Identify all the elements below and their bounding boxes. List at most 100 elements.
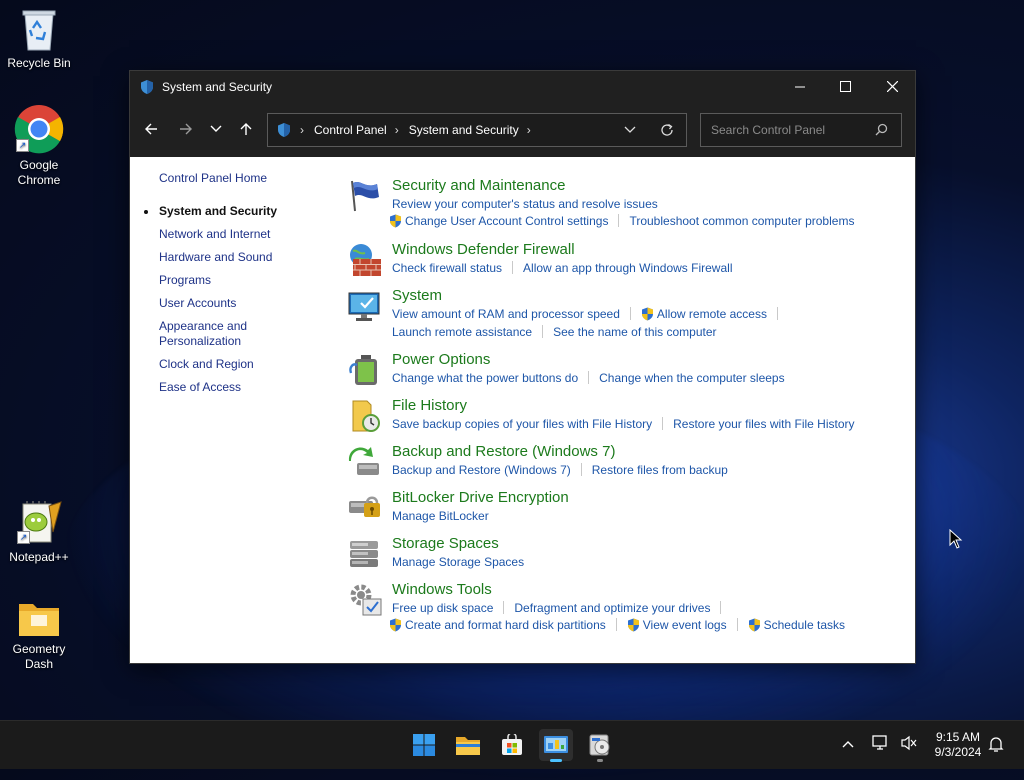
link-divider: [512, 261, 514, 275]
link-schedule-tasks[interactable]: Schedule tasks: [764, 618, 845, 632]
minimize-button[interactable]: [777, 71, 823, 102]
breadcrumb-system-and-security[interactable]: System and Security: [409, 123, 519, 137]
desktop-icon-label: Notepad++: [9, 550, 69, 564]
clock-date: 9/3/2024: [934, 745, 982, 759]
taskbar-control-panel[interactable]: [539, 729, 573, 762]
link-restore-from-backup[interactable]: Restore files from backup: [592, 463, 728, 477]
nav-clock-and-region[interactable]: Clock and Region: [159, 357, 319, 372]
category-title[interactable]: Security and Maintenance: [392, 177, 565, 194]
link-row: Manage BitLocker: [392, 508, 489, 523]
link-manage-bitlocker[interactable]: Manage BitLocker: [392, 509, 489, 523]
title-bar[interactable]: System and Security: [130, 71, 915, 102]
search-icon[interactable]: [875, 123, 888, 136]
search-input[interactable]: [709, 122, 873, 138]
nav-appearance-and-personalization[interactable]: Appearance and Personalization: [159, 319, 269, 349]
nav-user-accounts[interactable]: User Accounts: [159, 296, 319, 311]
battery-icon: [349, 355, 377, 385]
link-power-buttons[interactable]: Change what the power buttons do: [392, 371, 578, 385]
chevron-down-icon: [210, 125, 222, 132]
tools-icon: [350, 584, 382, 616]
network-tray-button[interactable]: [872, 735, 890, 754]
desktop-icon-notepadpp[interactable]: ↗ Notepad++: [1, 500, 77, 565]
back-button[interactable]: [139, 117, 163, 141]
link-change-uac[interactable]: Change User Account Control settings: [405, 214, 608, 228]
nav-control-panel-home[interactable]: Control Panel Home: [159, 171, 319, 186]
link-review-status[interactable]: Review your computer's status and resolv…: [392, 197, 658, 211]
nav-network-and-internet[interactable]: Network and Internet: [159, 227, 319, 242]
search-box[interactable]: [700, 113, 902, 147]
link-free-disk-space[interactable]: Free up disk space: [392, 601, 493, 615]
link-row: Change User Account Control settings Trou…: [389, 213, 854, 228]
maximize-icon: [839, 81, 851, 92]
address-dropdown-icon[interactable]: [624, 126, 636, 134]
desktop-icon-chrome[interactable]: ↗ Google Chrome: [1, 104, 77, 188]
notifications-button[interactable]: [988, 735, 1004, 756]
refresh-icon[interactable]: [660, 123, 674, 137]
category-title[interactable]: Power Options: [392, 351, 490, 368]
close-button[interactable]: [869, 71, 915, 102]
nav-hardware-and-sound[interactable]: Hardware and Sound: [159, 250, 319, 265]
link-row: Create and format hard disk partitions Vi…: [389, 617, 845, 632]
link-row: Launch remote assistance See the name of …: [392, 324, 717, 339]
link-manage-storage[interactable]: Manage Storage Spaces: [392, 555, 524, 569]
volume-muted-icon: [901, 735, 917, 751]
shortcut-arrow-icon: ↗: [17, 531, 30, 544]
nav-ease-of-access[interactable]: Ease of Access: [159, 380, 319, 395]
link-remote-assistance[interactable]: Launch remote assistance: [392, 325, 532, 339]
address-bar[interactable]: › Control Panel › System and Security ›: [267, 113, 687, 147]
link-computer-name[interactable]: See the name of this computer: [553, 325, 716, 339]
arrow-up-icon: [240, 123, 252, 135]
taskbar-installer[interactable]: [583, 729, 617, 762]
recent-locations-button[interactable]: [204, 117, 228, 141]
active-indicator: [550, 759, 562, 762]
uac-shield-icon: [748, 618, 760, 632]
desktop-icon-label: Recycle Bin: [7, 56, 71, 70]
uac-shield-icon: [627, 618, 639, 632]
link-save-backup[interactable]: Save backup copies of your files with Fi…: [392, 417, 652, 431]
link-backup-restore[interactable]: Backup and Restore (Windows 7): [392, 463, 571, 477]
breadcrumb-separator-icon: ›: [394, 123, 399, 137]
clock[interactable]: 9:15 AM 9/3/2024: [930, 730, 986, 760]
link-computer-sleeps[interactable]: Change when the computer sleeps: [599, 371, 784, 385]
taskbar-store[interactable]: [495, 729, 529, 761]
arrow-left-icon: [145, 123, 157, 135]
link-create-partitions[interactable]: Create and format hard disk partitions: [405, 618, 606, 632]
link-restore-files[interactable]: Restore your files with File History: [673, 417, 854, 431]
maximize-button[interactable]: [822, 71, 868, 102]
link-divider: [615, 618, 617, 632]
category-title[interactable]: System: [392, 287, 442, 304]
breadcrumb-control-panel[interactable]: Control Panel: [314, 123, 387, 137]
link-row: Change what the power buttons do Change w…: [392, 370, 785, 385]
clock-time: 9:15 AM: [935, 730, 981, 744]
category-title[interactable]: Storage Spaces: [392, 535, 499, 552]
category-title[interactable]: Windows Defender Firewall: [392, 241, 575, 258]
nav-programs[interactable]: Programs: [159, 273, 319, 288]
up-button[interactable]: [234, 117, 258, 141]
show-hidden-icons-button[interactable]: [842, 737, 854, 751]
link-allow-app[interactable]: Allow an app through Windows Firewall: [523, 261, 732, 275]
link-event-logs[interactable]: View event logs: [643, 618, 727, 632]
taskbar-file-explorer[interactable]: [451, 729, 485, 761]
forward-button[interactable]: [174, 117, 198, 141]
link-row: Review your computer's status and resolv…: [392, 196, 658, 211]
desktop-icon-recycle-bin[interactable]: Recycle Bin: [1, 6, 77, 71]
running-indicator: [597, 759, 603, 762]
link-row: View amount of RAM and processor speed Al…: [392, 306, 788, 321]
category-title[interactable]: Windows Tools: [392, 581, 492, 598]
link-defragment[interactable]: Defragment and optimize your drives: [514, 601, 710, 615]
mouse-cursor-icon: [949, 529, 963, 549]
link-view-ram[interactable]: View amount of RAM and processor speed: [392, 307, 620, 321]
category-title[interactable]: BitLocker Drive Encryption: [392, 489, 569, 506]
link-allow-remote[interactable]: Allow remote access: [657, 307, 767, 321]
category-title[interactable]: File History: [392, 397, 467, 414]
category-title[interactable]: Backup and Restore (Windows 7): [392, 443, 615, 460]
link-troubleshoot[interactable]: Troubleshoot common computer problems: [629, 214, 854, 228]
start-button[interactable]: [407, 729, 441, 761]
flag-icon: [351, 180, 379, 212]
desktop-icon-geometry-dash[interactable]: Geometry Dash: [1, 598, 77, 672]
link-check-firewall[interactable]: Check firewall status: [392, 261, 502, 275]
close-icon: [886, 81, 898, 92]
installer-icon: [589, 734, 610, 756]
volume-tray-button[interactable]: [900, 735, 918, 754]
backup-icon: [348, 447, 379, 475]
